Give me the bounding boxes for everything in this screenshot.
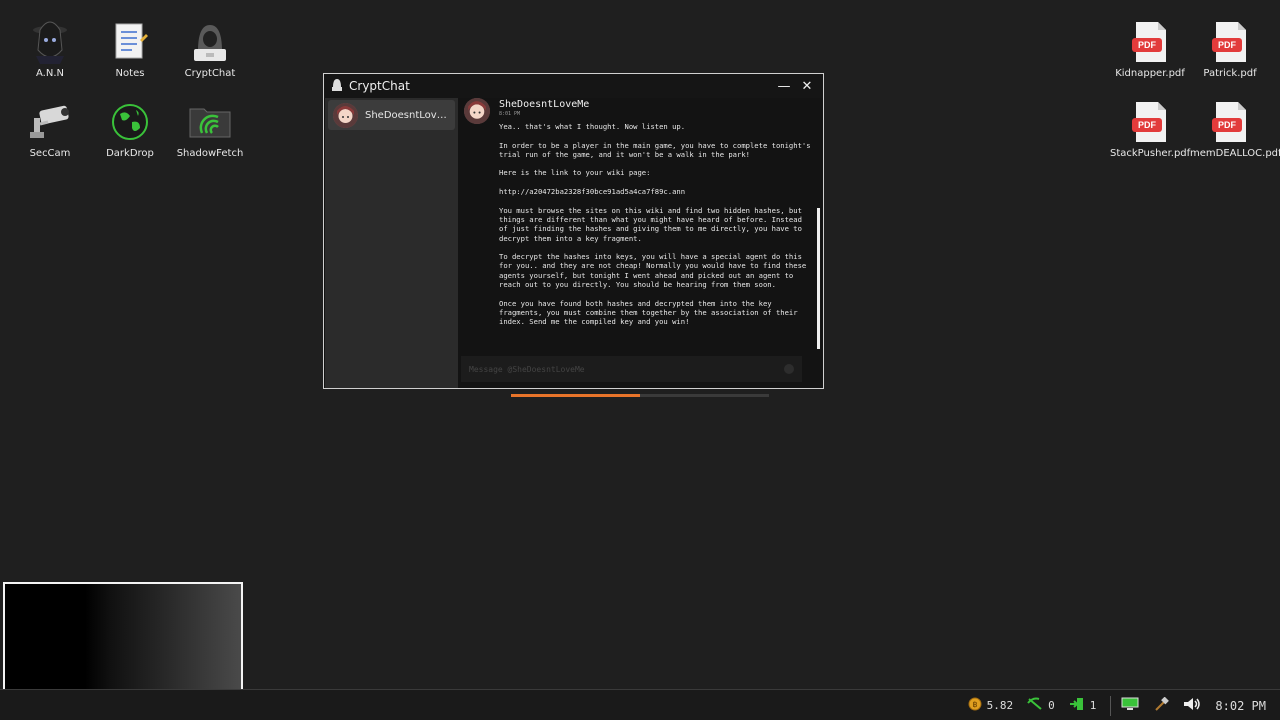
message-paragraph: Here is the link to your wiki page:	[499, 168, 651, 178]
desktop-icon-ann[interactable]: A.N.N	[10, 20, 90, 79]
folder-signal-icon	[188, 100, 232, 144]
desktop-icon-label: StackPusher.pdf	[1110, 148, 1191, 159]
security-camera-icon	[28, 100, 72, 144]
svg-text:PDF: PDF	[1218, 40, 1237, 50]
desktop-icon-label: Kidnapper.pdf	[1115, 68, 1185, 79]
desktop-icon-label: Notes	[115, 68, 145, 79]
desktop-icon-notes[interactable]: Notes	[90, 20, 170, 79]
message-paragraph: Yea.. that's what I thought. Now listen …	[499, 122, 686, 131]
avatar	[333, 102, 358, 128]
system-tray: ฿ 5.82 0 1 8:02 PM	[968, 690, 1280, 720]
svg-text:PDF: PDF	[1138, 40, 1157, 50]
contacts-sidebar: SheDoesntLove...	[325, 98, 458, 388]
close-button[interactable]: ✕	[797, 76, 817, 96]
desktop-icon-label: memDEALLOC.pdf	[1190, 148, 1280, 159]
svg-text:฿: ฿	[972, 700, 977, 709]
message-paragraph: Once you have found both hashes and decr…	[499, 298, 802, 327]
coin-balance[interactable]: ฿ 5.82	[968, 697, 1014, 714]
pdf-icon: PDF	[1128, 20, 1172, 64]
pdf-icon: PDF	[1208, 100, 1252, 144]
message-paragraph: In order to be a player in the main game…	[499, 140, 815, 159]
message-author: SheDoesntLoveMe	[499, 99, 590, 110]
desktop-icon-label: A.N.N	[36, 68, 64, 79]
contact-name: SheDoesntLove...	[365, 109, 451, 121]
hammer-icon	[1153, 696, 1170, 714]
desktop-icon-patrick-pdf[interactable]: PDF Patrick.pdf	[1190, 20, 1270, 79]
coin-value: 5.82	[986, 699, 1014, 712]
clock: 8:02 PM	[1215, 698, 1266, 713]
hooded-figure-icon	[28, 20, 72, 64]
minimize-button[interactable]: —	[774, 76, 794, 96]
computer-icon	[1121, 697, 1139, 714]
emoji-icon[interactable]	[784, 364, 794, 374]
contact-item[interactable]: SheDoesntLove...	[328, 100, 455, 130]
exit-door-icon	[1069, 697, 1085, 714]
progress-fill	[511, 394, 640, 397]
desktop-icon-label: SecCam	[29, 148, 71, 159]
notepad-icon	[108, 20, 152, 64]
window-title: CryptChat	[349, 79, 410, 93]
stat-b-value: 1	[1089, 699, 1097, 712]
message-timestamp: 8:01 PM	[499, 111, 521, 117]
window-titlebar[interactable]: CryptChat — ✕	[324, 74, 823, 98]
desktop-icon-label: DarkDrop	[106, 148, 154, 159]
pdf-icon: PDF	[1208, 20, 1252, 64]
globe-icon	[108, 100, 152, 144]
desktop-icon-shadowfetch[interactable]: ShadowFetch	[170, 100, 250, 159]
tray-divider	[1110, 695, 1112, 716]
desktop-icon-kidnapper-pdf[interactable]: PDF Kidnapper.pdf	[1110, 20, 1190, 79]
pickaxe-icon	[1027, 697, 1043, 714]
svg-text:PDF: PDF	[1218, 120, 1237, 130]
message-input-area	[461, 356, 802, 382]
chat-scrollbar[interactable]	[817, 208, 820, 349]
taskbar: ฿ 5.82 0 1 8:02 PM	[0, 689, 1280, 720]
desktop-icon-cryptchat[interactable]: CryptChat	[170, 20, 250, 79]
app-logo-icon	[331, 77, 343, 96]
message-paragraph: You must browse the sites on this wiki a…	[499, 205, 807, 243]
message-list[interactable]: SheDoesntLoveMe 8:01 PM Yea.. that's wha…	[458, 98, 823, 351]
message-paragraph: To decrypt the hashes into keys, you wil…	[499, 252, 811, 290]
desktop-icon-memdealloc-pdf[interactable]: PDF memDEALLOC.pdf	[1190, 100, 1280, 159]
message-avatar	[464, 98, 490, 124]
message-input[interactable]	[469, 364, 769, 374]
desktop-icon-darkdrop[interactable]: DarkDrop	[90, 100, 170, 159]
desktop-icon-label: CryptChat	[184, 68, 236, 79]
message-body: Yea.. that's what I thought. Now listen …	[499, 122, 814, 336]
pdf-icon: PDF	[1128, 100, 1172, 144]
avatar	[464, 98, 490, 124]
desktop-icon-seccam[interactable]: SecCam	[10, 100, 90, 159]
wiki-link[interactable]: http://a20472ba2328f30bce91ad5a4ca7f89c.…	[499, 187, 814, 196]
speaker-icon	[1183, 697, 1201, 714]
coin-icon: ฿	[968, 697, 982, 714]
computer-tray-button[interactable]	[1121, 697, 1139, 714]
stat-a-value: 0	[1048, 699, 1055, 712]
cryptchat-window: CryptChat — ✕ SheDoesntLove... SheDoesnt…	[323, 73, 824, 389]
volume-tray-button[interactable]	[1183, 697, 1201, 714]
desktop-icon-stackpusher-pdf[interactable]: PDF StackPusher.pdf	[1110, 100, 1190, 159]
desktop-icon-label: Patrick.pdf	[1203, 68, 1257, 79]
tray-stat-b[interactable]: 1	[1069, 697, 1097, 714]
hacker-chat-icon	[188, 20, 232, 64]
chat-panel: SheDoesntLoveMe 8:01 PM Yea.. that's wha…	[458, 98, 823, 388]
tray-stat-a[interactable]: 0	[1027, 697, 1055, 714]
hammer-tray-button[interactable]	[1153, 696, 1170, 714]
svg-text:PDF: PDF	[1138, 120, 1157, 130]
progress-bar	[511, 394, 769, 397]
desktop-icon-label: ShadowFetch	[176, 148, 244, 159]
